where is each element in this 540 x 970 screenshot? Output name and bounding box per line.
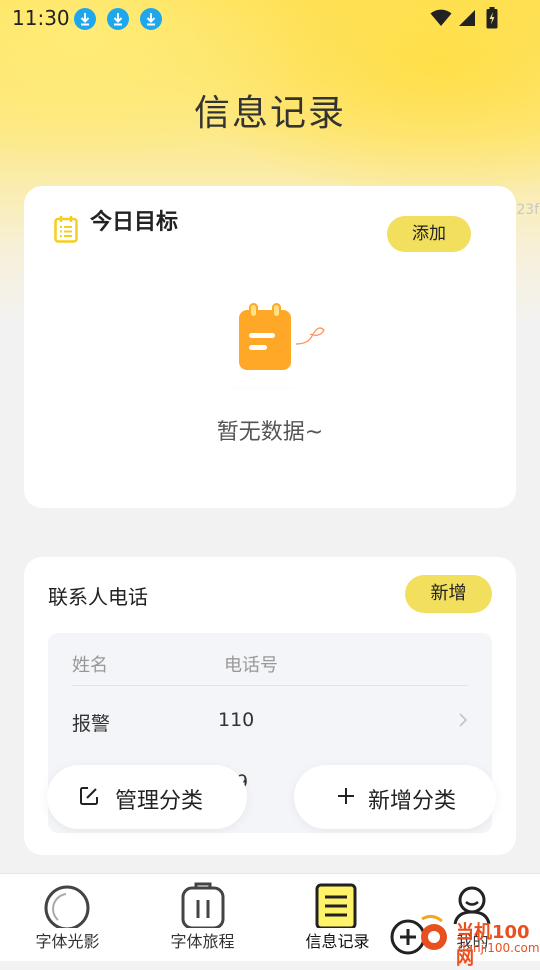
empty-notepad-illustration <box>192 303 336 390</box>
site-logo-url: danji100.com <box>458 941 540 955</box>
page-title: 信息记录 <box>193 93 346 134</box>
column-header-phone: 电话号 <box>224 655 278 676</box>
add-category-button[interactable]: 新增分类 <box>294 765 496 829</box>
contact-name: 报警 <box>72 713 111 735</box>
download-icon <box>140 8 162 30</box>
plus-icon <box>338 788 354 804</box>
tab-info-record[interactable]: 信息记录 <box>270 874 405 961</box>
status-time: 11:30 <box>12 6 70 30</box>
edit-icon <box>80 787 98 805</box>
tab-label: 字体光影 <box>35 932 100 951</box>
download-icon <box>74 8 96 30</box>
contact-phone: 110 <box>218 709 255 731</box>
wifi-icon <box>430 9 452 26</box>
column-header-name: 姓名 <box>72 655 108 676</box>
download-icon <box>107 8 129 30</box>
empty-state-text: 暂无数据~ <box>216 420 324 445</box>
tab-label: 信息记录 <box>305 932 370 951</box>
contacts-title: 联系人电话 <box>48 585 148 609</box>
calendar-icon <box>54 216 78 243</box>
tab-font-light[interactable]: 字体光影 <box>0 874 135 961</box>
today-goal-title: 今日目标 <box>90 210 179 235</box>
battery-charging-icon <box>486 7 498 29</box>
site-logo-icon <box>390 914 447 955</box>
tab-label: 字体旅程 <box>170 932 235 951</box>
list-document-icon <box>315 883 357 928</box>
add-category-label: 新增分类 <box>368 789 457 814</box>
table-divider <box>72 685 468 686</box>
luggage-icon <box>181 882 225 928</box>
manage-category-button[interactable]: 管理分类 <box>47 765 247 829</box>
manage-category-label: 管理分类 <box>115 789 204 814</box>
circle-icon <box>44 885 90 928</box>
status-bar: 11:30 <box>0 0 540 36</box>
signal-icon <box>459 10 475 26</box>
tab-font-journey[interactable]: 字体旅程 <box>135 874 270 961</box>
chevron-right-icon <box>459 713 468 727</box>
today-goal-card: 今日目标 添加 暂无数据~ <box>24 186 516 508</box>
new-contact-button[interactable]: 新增 <box>405 575 492 613</box>
add-goal-button[interactable]: 添加 <box>387 216 471 252</box>
